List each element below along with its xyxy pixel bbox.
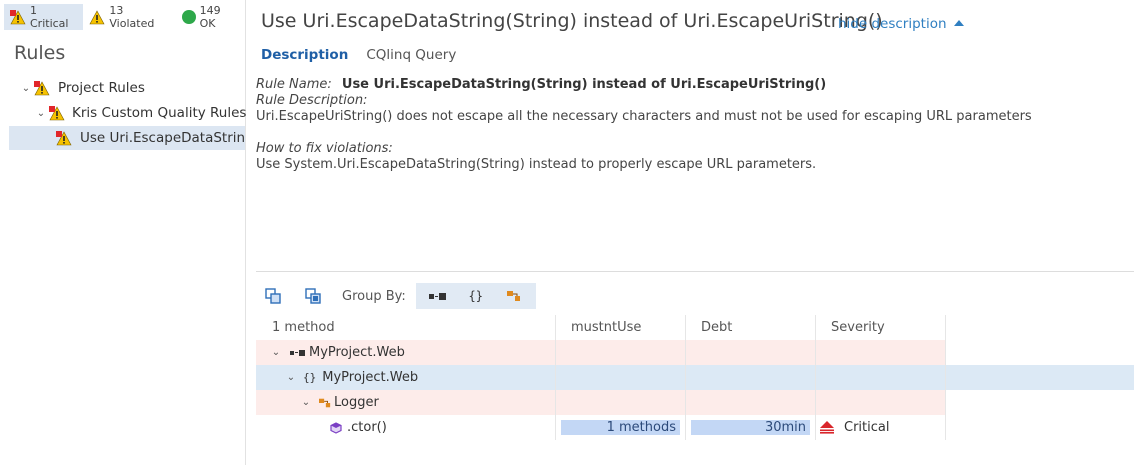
grid-header: 1 method mustntUse Debt Severity: [256, 315, 946, 340]
critical-warning-icon: [49, 105, 65, 121]
rule-name-label: Rule Name:: [256, 77, 332, 92]
class-icon: [319, 398, 331, 407]
mustntuse-bar[interactable]: 1 methods: [561, 420, 680, 435]
export-icon[interactable]: [302, 285, 324, 307]
severity-label: Critical: [844, 420, 890, 435]
fix-violations-text: Use System.Uri.EscapeDataString(String) …: [256, 157, 817, 172]
assembly-icon: [290, 349, 305, 356]
tab-description[interactable]: Description: [261, 47, 348, 63]
results-toolbar: Group By: {}: [262, 283, 536, 309]
chevron-down-icon[interactable]: ⌄: [285, 372, 297, 383]
group-by-assembly-button[interactable]: [422, 285, 454, 307]
debt-cell: [686, 365, 816, 390]
row-label: Logger: [334, 395, 379, 410]
critical-warning-icon: [10, 9, 26, 25]
tab-bar: Description CQlinq Query: [261, 47, 456, 63]
debt-cell: 30min: [686, 415, 816, 440]
mustntuse-cell: [556, 340, 686, 365]
severity-cell: Critical: [816, 415, 946, 440]
rule-description-label: Rule Description:: [256, 93, 368, 108]
type-icon: [506, 291, 520, 301]
filter-ok[interactable]: 149 OK: [176, 4, 245, 30]
debt-cell: [686, 340, 816, 365]
splitter[interactable]: [256, 271, 1134, 272]
filter-bar: 1 Critical 13 Violated 149 OK: [4, 4, 245, 30]
group-by-namespace-button[interactable]: {}: [460, 285, 492, 307]
critical-warning-icon: [56, 130, 72, 146]
rule-name-line: Rule Name: Use Uri.EscapeDataString(Stri…: [256, 77, 1032, 93]
chevron-down-icon[interactable]: ⌄: [270, 347, 282, 358]
filter-critical[interactable]: 1 Critical: [4, 4, 84, 30]
tab-cqlinq-query[interactable]: CQlinq Query: [366, 47, 456, 63]
rules-title: Rules: [14, 42, 66, 64]
table-row[interactable]: .ctor() 1 methods 30min Critical: [256, 415, 946, 440]
severity-cell: [816, 365, 946, 390]
tree-item-label: Project Rules: [58, 80, 145, 96]
critical-warning-icon: [34, 80, 50, 96]
hide-description-link[interactable]: hide description: [838, 16, 964, 32]
chevron-down-icon[interactable]: ⌄: [300, 397, 312, 408]
row-name-cell: .ctor(): [256, 415, 556, 440]
tree-item-selected-rule[interactable]: Use Uri.EscapeDataString(S: [9, 126, 245, 150]
method-icon: [330, 421, 342, 434]
chevron-down-icon[interactable]: ⌄: [35, 108, 47, 119]
tree-item-kris-custom-rules[interactable]: ⌄ Kris Custom Quality Rules: [35, 101, 247, 125]
row-name-cell: ⌄ MyProject.Web: [256, 340, 556, 365]
chevron-down-icon[interactable]: ⌄: [20, 83, 32, 94]
filter-violated-label: 13 Violated: [109, 4, 155, 30]
debt-bar: 30min: [691, 420, 810, 435]
mustntuse-cell: [556, 390, 686, 415]
tree-item-label: Kris Custom Quality Rules: [72, 105, 247, 121]
namespace-icon: {}: [468, 289, 483, 303]
table-row[interactable]: ⌄ MyProject.Web: [256, 340, 946, 365]
rules-panel: 1 Critical 13 Violated 149 OK Rules ⌄ Pr…: [0, 0, 246, 465]
copy-icon[interactable]: [262, 285, 284, 307]
row-name-cell: ⌄ Logger: [256, 390, 556, 415]
rule-description-text: Uri.EscapeUriString() does not escape al…: [256, 109, 1032, 124]
critical-severity-icon: [820, 421, 834, 434]
filter-ok-label: 149 OK: [199, 4, 221, 30]
tree-item-project-rules[interactable]: ⌄ Project Rules: [20, 76, 145, 100]
debt-cell: [686, 390, 816, 415]
ok-circle-icon: [181, 10, 196, 24]
table-row[interactable]: ⌄ Logger: [256, 390, 946, 415]
row-label: MyProject.Web: [309, 345, 405, 360]
caret-up-icon: [953, 20, 964, 26]
tree-item-label: Use Uri.EscapeDataString(S: [80, 130, 245, 146]
warning-icon: [89, 9, 105, 25]
filter-critical-label: 1 Critical: [30, 4, 69, 30]
column-header-debt[interactable]: Debt: [686, 315, 816, 340]
column-header-severity[interactable]: Severity: [816, 315, 946, 340]
column-header-mustntuse[interactable]: mustntUse: [556, 315, 686, 340]
row-label: MyProject.Web: [322, 370, 419, 385]
row-label: .ctor(): [347, 420, 387, 435]
mustntuse-cell: [556, 365, 686, 390]
mustntuse-cell: 1 methods: [556, 415, 686, 440]
severity-cell: [816, 340, 946, 365]
fix-violations-label: How to fix violations:: [256, 141, 393, 156]
row-name-cell: ⌄ {} MyProject.Web: [256, 365, 556, 390]
hide-description-label: hide description: [838, 16, 947, 32]
filter-violated[interactable]: 13 Violated: [83, 4, 176, 30]
description-panel: Rule Name: Use Uri.EscapeDataString(Stri…: [256, 77, 1032, 173]
rule-name-value: Use Uri.EscapeDataString(String) instead…: [341, 77, 827, 92]
group-by-label: Group By:: [342, 288, 406, 304]
column-header-name[interactable]: 1 method: [256, 315, 556, 340]
table-row[interactable]: ⌄ {} MyProject.Web: [256, 365, 1134, 390]
assembly-icon: [429, 292, 447, 300]
rule-title: Use Uri.EscapeDataString(String) instead…: [261, 10, 883, 32]
group-by-options: {}: [415, 283, 536, 309]
severity-cell: [816, 390, 946, 415]
namespace-icon: {}: [303, 371, 317, 384]
group-by-type-button[interactable]: [498, 285, 530, 307]
